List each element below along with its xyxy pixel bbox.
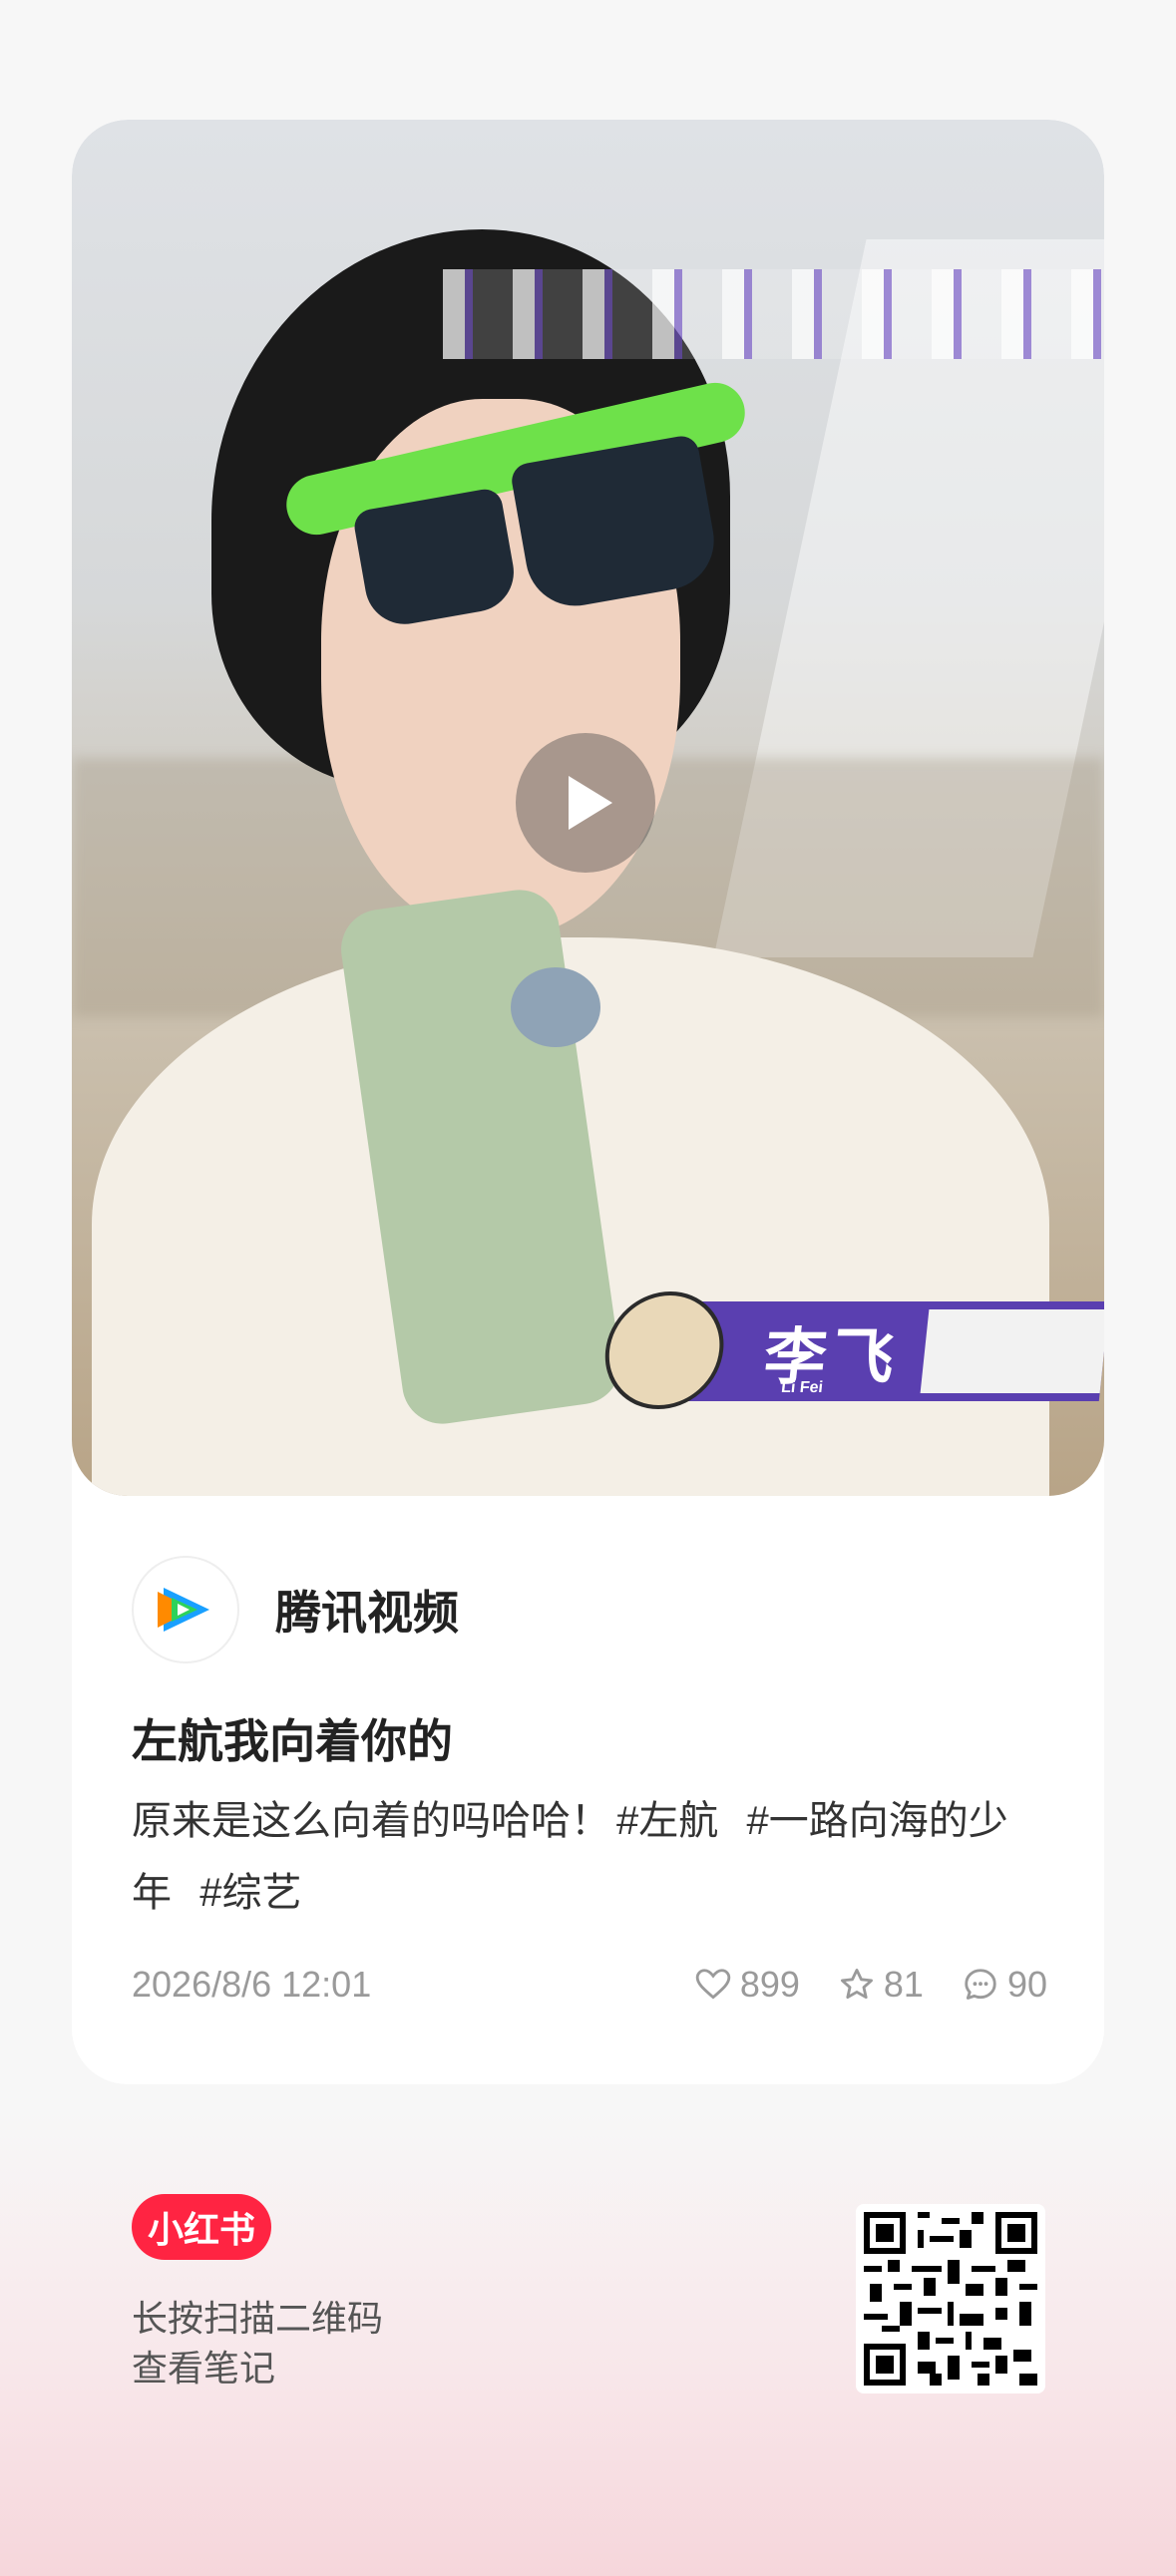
stats-group: 899 81 90 bbox=[694, 1964, 1047, 2006]
name-caption: 李飞 Li Fei bbox=[598, 1291, 1104, 1409]
obscured-caption bbox=[443, 269, 1101, 359]
scan-hint: 长按扫描二维码 查看笔记 bbox=[132, 2294, 383, 2393]
comment-count: 90 bbox=[1006, 1964, 1047, 2005]
play-icon bbox=[569, 776, 612, 830]
xiaohongshu-logo: 小红书 bbox=[132, 2194, 271, 2260]
avatar[interactable] bbox=[132, 1556, 239, 1663]
tencent-video-logo-icon bbox=[158, 1588, 209, 1632]
collect-count: 81 bbox=[883, 1964, 924, 2005]
post-timestamp: 2026/8/6 12:01 bbox=[132, 1964, 372, 2005]
like-stat[interactable]: 899 bbox=[694, 1964, 800, 2006]
author-row[interactable]: 腾讯视频 bbox=[132, 1556, 459, 1663]
post-description: 原来是这么向着的吗哈哈！ #左航 #一路向海的少年 #综艺 bbox=[132, 1785, 1059, 1929]
heart-icon bbox=[695, 1969, 731, 2000]
comment-stat[interactable]: 90 bbox=[962, 1964, 1047, 2006]
caption-romanization: Li Fei bbox=[780, 1379, 824, 1396]
play-button[interactable] bbox=[516, 733, 655, 873]
hashtag-1[interactable]: #左航 bbox=[616, 1799, 718, 1843]
star-icon bbox=[840, 1969, 873, 2000]
author-name[interactable]: 腾讯视频 bbox=[275, 1577, 459, 1643]
hashtag-3[interactable]: #综艺 bbox=[199, 1871, 301, 1915]
scarf-pompom bbox=[511, 967, 600, 1047]
video-player[interactable]: 李飞 Li Fei bbox=[72, 120, 1104, 1496]
meta-row: 2026/8/6 12:01 899 81 90 bbox=[132, 1960, 1047, 2010]
note-card: 李飞 Li Fei 腾讯视频 左航我向着你的 原来是这么向着的吗哈哈！ #左航 #… bbox=[72, 120, 1104, 2084]
qr-code-icon bbox=[864, 2212, 1037, 2386]
description-text: 原来是这么向着的吗哈哈！ bbox=[132, 1799, 610, 1843]
post-title: 左航我向着你的 bbox=[132, 1715, 453, 1767]
comment-icon bbox=[965, 1969, 996, 2000]
collect-stat[interactable]: 81 bbox=[838, 1964, 924, 2006]
scan-hint-line2: 查看笔记 bbox=[132, 2348, 276, 2389]
scan-hint-line1: 长按扫描二维码 bbox=[132, 2298, 384, 2339]
qr-code[interactable] bbox=[856, 2204, 1045, 2393]
caption-white-panel bbox=[920, 1309, 1104, 1393]
like-count: 899 bbox=[739, 1964, 800, 2005]
